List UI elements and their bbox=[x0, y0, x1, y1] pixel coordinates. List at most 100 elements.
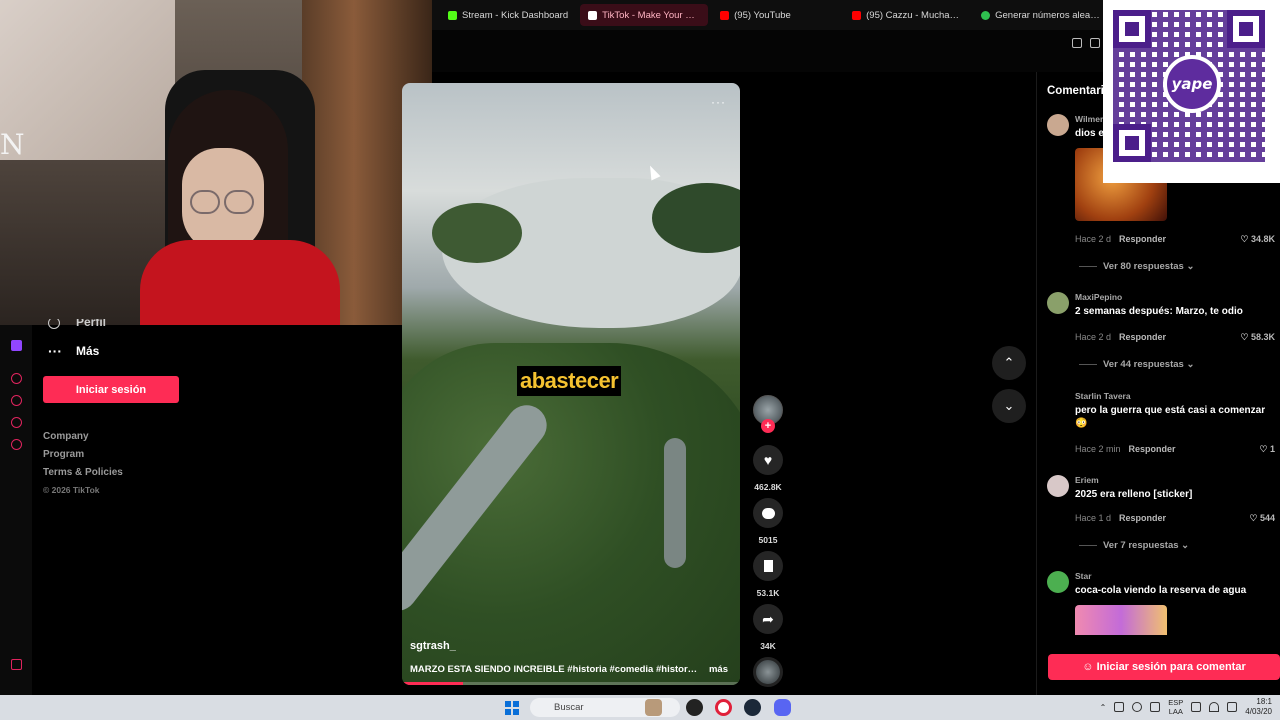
sidebar-item-profile[interactable]: Perfil bbox=[48, 319, 106, 329]
video-author[interactable]: sgtrash_ bbox=[410, 640, 456, 652]
chevron-up-icon: ⌃ bbox=[1003, 355, 1015, 370]
kick-icon bbox=[448, 10, 457, 20]
comment-meta: Hace 2 min Responder bbox=[1075, 444, 1176, 454]
like-button[interactable]: ♥ bbox=[753, 445, 783, 475]
like-count: 58.3K bbox=[1250, 332, 1275, 342]
video-island bbox=[432, 203, 522, 263]
opera-icon[interactable] bbox=[715, 699, 732, 716]
chevron-up-icon[interactable]: ⌃ bbox=[1100, 703, 1107, 712]
follow-button[interactable]: + bbox=[761, 419, 775, 433]
yape-logo: yape bbox=[1163, 55, 1221, 113]
login-button[interactable]: Iniciar sesión bbox=[43, 376, 179, 403]
qr-finder bbox=[1113, 10, 1151, 48]
footer-link-terms[interactable]: Terms & Policies bbox=[43, 467, 123, 478]
comment-time: Hace 1 d bbox=[1075, 513, 1112, 523]
video-menu-button[interactable]: ··· bbox=[711, 95, 726, 109]
video-caption-word: abastecer bbox=[517, 366, 622, 396]
sidebar-item-label: Perfil bbox=[76, 319, 107, 329]
avatar[interactable] bbox=[1047, 571, 1069, 593]
keyboard-icon[interactable] bbox=[1150, 702, 1161, 712]
tab-random-numbers[interactable]: Generar números aleatorios bbox=[973, 4, 1108, 26]
avatar[interactable] bbox=[1047, 114, 1069, 136]
video-progress-bar[interactable] bbox=[402, 682, 740, 685]
steam-icon[interactable] bbox=[744, 699, 761, 716]
tab-tiktok[interactable]: TikTok - Make Your Day bbox=[580, 4, 709, 26]
like-count: 34.8K bbox=[1250, 234, 1275, 244]
clock-icon[interactable] bbox=[11, 395, 22, 406]
app-icon[interactable] bbox=[645, 699, 662, 716]
github-icon[interactable] bbox=[686, 699, 703, 716]
sidebar-item-label: Más bbox=[76, 344, 100, 358]
clock-time: 18:1 bbox=[1256, 697, 1272, 706]
next-video-button[interactable]: ⌄ bbox=[992, 389, 1026, 423]
display-icon[interactable] bbox=[1191, 702, 1202, 712]
network-off-icon[interactable] bbox=[1114, 702, 1125, 712]
login-to-comment-button[interactable]: ☺ Iniciar sesión para comentar bbox=[1048, 654, 1280, 680]
share-button[interactable]: ➦ bbox=[753, 604, 783, 634]
windows-start-icon[interactable] bbox=[505, 701, 519, 715]
video-player[interactable]: ··· abastecer sgtrash_ MARZO ESTA SIENDO… bbox=[402, 83, 740, 685]
clover-icon bbox=[981, 10, 991, 20]
replies-label: Ver 7 respuestas bbox=[1103, 540, 1179, 551]
reply-button[interactable]: Responder bbox=[1119, 513, 1166, 523]
wifi-icon[interactable] bbox=[1209, 702, 1220, 712]
discord-icon[interactable] bbox=[774, 699, 791, 716]
reply-button[interactable]: Responder bbox=[1129, 444, 1176, 454]
description-more-link[interactable]: más bbox=[709, 664, 728, 675]
tab-kick[interactable]: Stream - Kick Dashboard bbox=[440, 4, 576, 26]
profile-icon bbox=[48, 319, 60, 329]
comment-count: 5015 bbox=[758, 535, 778, 545]
sidebar-item-more[interactable]: ··· Más bbox=[48, 343, 99, 359]
tab-label: Generar números aleatorios bbox=[995, 9, 1100, 21]
glasses bbox=[224, 190, 254, 214]
tab-youtube-cazzu[interactable]: (95) Cazzu - Mucha Data bbox=[844, 4, 969, 26]
comment-likes[interactable]: ♡ 544 bbox=[1249, 513, 1275, 524]
heart-icon[interactable] bbox=[11, 417, 22, 428]
streamer bbox=[140, 90, 340, 325]
footer-link-program[interactable]: Program bbox=[43, 449, 84, 460]
comment-icon bbox=[761, 507, 775, 519]
screen: Stream - Kick Dashboard TikTok - Make Yo… bbox=[0, 0, 1280, 720]
comment-user[interactable]: Star bbox=[1075, 571, 1092, 581]
comment-user[interactable]: Eriem bbox=[1075, 475, 1099, 485]
comment-user[interactable]: Starlin Tavera bbox=[1075, 391, 1131, 401]
tab-label: (95) YouTube bbox=[734, 9, 791, 21]
comment-user[interactable]: Wilmer bbox=[1075, 114, 1103, 124]
login-to-comment-label: Iniciar sesión para comentar bbox=[1096, 661, 1246, 673]
view-replies-button[interactable]: Ver 44 respuestas ⌄ bbox=[1079, 359, 1194, 370]
clock[interactable]: 18:1 4/03/20 bbox=[1245, 697, 1272, 717]
lang-line: LAA bbox=[1168, 707, 1183, 716]
gear-icon[interactable] bbox=[11, 439, 22, 450]
video-description: MARZO ESTA SIENDO INCREIBLE #historia #c… bbox=[410, 664, 700, 675]
tab-youtube[interactable]: (95) YouTube bbox=[712, 4, 840, 26]
footer-link-company[interactable]: Company bbox=[43, 431, 89, 442]
previous-video-button[interactable]: ⌃ bbox=[992, 346, 1026, 380]
replies-label: Ver 80 respuestas bbox=[1103, 261, 1184, 272]
record-icon[interactable] bbox=[11, 373, 22, 384]
save-button[interactable] bbox=[753, 551, 783, 581]
twitch-icon[interactable] bbox=[11, 340, 22, 351]
comment-likes[interactable]: ♡ 1 bbox=[1259, 444, 1275, 455]
window-icon[interactable] bbox=[1090, 38, 1100, 48]
avatar[interactable] bbox=[1047, 475, 1069, 497]
avatar[interactable] bbox=[1047, 292, 1069, 314]
tiktok-sidebar: Perfil ··· Más Iniciar sesión Company Pr… bbox=[32, 319, 402, 695]
microphone-icon[interactable] bbox=[1132, 702, 1143, 712]
gift-icon[interactable] bbox=[11, 659, 22, 670]
volume-icon[interactable] bbox=[1227, 702, 1238, 712]
comment-text: coca-cola viendo la reserva de agua bbox=[1075, 585, 1247, 596]
comment-likes[interactable]: ♡ 58.3K bbox=[1240, 332, 1275, 343]
comment-likes[interactable]: ♡ 34.8K bbox=[1240, 234, 1275, 245]
reply-button[interactable]: Responder bbox=[1119, 332, 1166, 342]
view-replies-button[interactable]: Ver 7 respuestas ⌄ bbox=[1079, 540, 1189, 551]
view-replies-button[interactable]: Ver 80 respuestas ⌄ bbox=[1079, 261, 1194, 272]
comment-button[interactable] bbox=[753, 498, 783, 528]
comment-text: 2025 era relleno [sticker] bbox=[1075, 489, 1193, 500]
clock-date: 4/03/20 bbox=[1245, 707, 1272, 716]
bookmark-icon bbox=[763, 560, 773, 572]
reply-button[interactable]: Responder bbox=[1119, 234, 1166, 244]
pin-icon[interactable] bbox=[1072, 38, 1082, 48]
comment-user[interactable]: MaxiPepino bbox=[1075, 292, 1122, 302]
music-disc-icon[interactable] bbox=[753, 657, 783, 687]
input-language[interactable]: ESP LAA bbox=[1168, 698, 1183, 716]
